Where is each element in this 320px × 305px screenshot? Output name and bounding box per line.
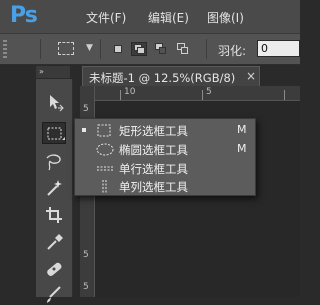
add-to-selection-button[interactable]	[131, 42, 147, 56]
document-tab-title: 未标题-1 @ 12.5%(RGB/8)	[89, 71, 236, 85]
new-selection-button[interactable]	[110, 42, 126, 56]
ruler-label: 5	[83, 104, 89, 114]
options-grip-handle[interactable]	[3, 40, 7, 58]
feather-label: 羽化:	[218, 44, 247, 58]
feather-input[interactable]: 0	[257, 40, 300, 57]
healing-brush-tool-icon[interactable]	[42, 258, 66, 280]
menu-edit[interactable]: 编辑(E)	[148, 9, 189, 26]
flyout-item-single-row-marquee[interactable]: 单行选框工具	[75, 159, 255, 178]
move-tool-icon[interactable]	[42, 91, 66, 113]
flyout-item-label: 单列选框工具	[119, 180, 188, 194]
document-tab[interactable]: 未标题-1 @ 12.5%(RGB/8) ×	[82, 66, 260, 86]
subtract-from-selection-button[interactable]	[153, 42, 169, 56]
flyout-item-label: 矩形选框工具	[119, 124, 188, 138]
single-column-marquee-icon	[95, 179, 115, 194]
flyout-item-label: 单行选框工具	[119, 162, 188, 176]
tools-panel	[36, 79, 73, 303]
flyout-item-label: 椭圆选框工具	[119, 143, 188, 157]
panel-collapse-button[interactable]: »	[36, 66, 70, 78]
ruler-tick	[202, 90, 203, 100]
ruler-label: 5	[83, 250, 89, 260]
rectangular-marquee-icon[interactable]	[58, 42, 74, 55]
single-row-marquee-icon	[95, 161, 115, 176]
brush-tool-icon[interactable]	[42, 283, 66, 305]
menu-bar: Ps 文件(F) 编辑(E) 图像(I)	[0, 0, 300, 34]
selected-bullet-icon	[82, 128, 86, 132]
options-bar: ▼ 羽化: 0	[0, 34, 300, 65]
marquee-tool-flyout-menu: 矩形选框工具 M 椭圆选框工具 M 单行选框工具 单列选框工具	[74, 118, 256, 196]
photoshop-window: Ps 文件(F) 编辑(E) 图像(I) ▼ 羽化: 0 » 10 5 5 5 …	[0, 0, 300, 303]
flyout-item-elliptical-marquee[interactable]: 椭圆选框工具 M	[75, 140, 255, 159]
menu-image[interactable]: 图像(I)	[207, 9, 244, 26]
flyout-item-rectangular-marquee[interactable]: 矩形选框工具 M	[75, 121, 255, 140]
ruler-label: 5	[83, 282, 89, 292]
ps-logo: Ps	[10, 3, 38, 28]
lasso-tool-icon[interactable]	[42, 151, 66, 173]
ellipse-marquee-icon	[95, 142, 115, 157]
magic-wand-tool-icon[interactable]	[42, 177, 66, 199]
ruler-tick	[284, 90, 285, 100]
ruler-label: 10	[124, 87, 136, 97]
ruler-tick	[120, 90, 121, 100]
ruler-label: 5	[206, 87, 212, 97]
flyout-item-single-column-marquee[interactable]: 单列选框工具	[75, 177, 255, 196]
divider	[100, 39, 101, 59]
tool-preset-caret-icon[interactable]: ▼	[86, 43, 93, 53]
crop-tool-icon[interactable]	[42, 204, 66, 226]
close-icon[interactable]: ×	[246, 69, 256, 83]
flyout-item-shortcut: M	[237, 123, 247, 136]
divider	[40, 39, 41, 59]
menu-file[interactable]: 文件(F)	[86, 9, 126, 26]
rect-marquee-icon	[95, 123, 115, 138]
eyedropper-tool-icon[interactable]	[42, 231, 66, 253]
divider	[206, 39, 207, 59]
horizontal-ruler: 5 10 5	[80, 86, 300, 101]
flyout-item-shortcut: M	[237, 142, 247, 155]
marquee-tool-icon[interactable]	[42, 122, 66, 144]
intersect-with-selection-button[interactable]	[175, 42, 191, 56]
